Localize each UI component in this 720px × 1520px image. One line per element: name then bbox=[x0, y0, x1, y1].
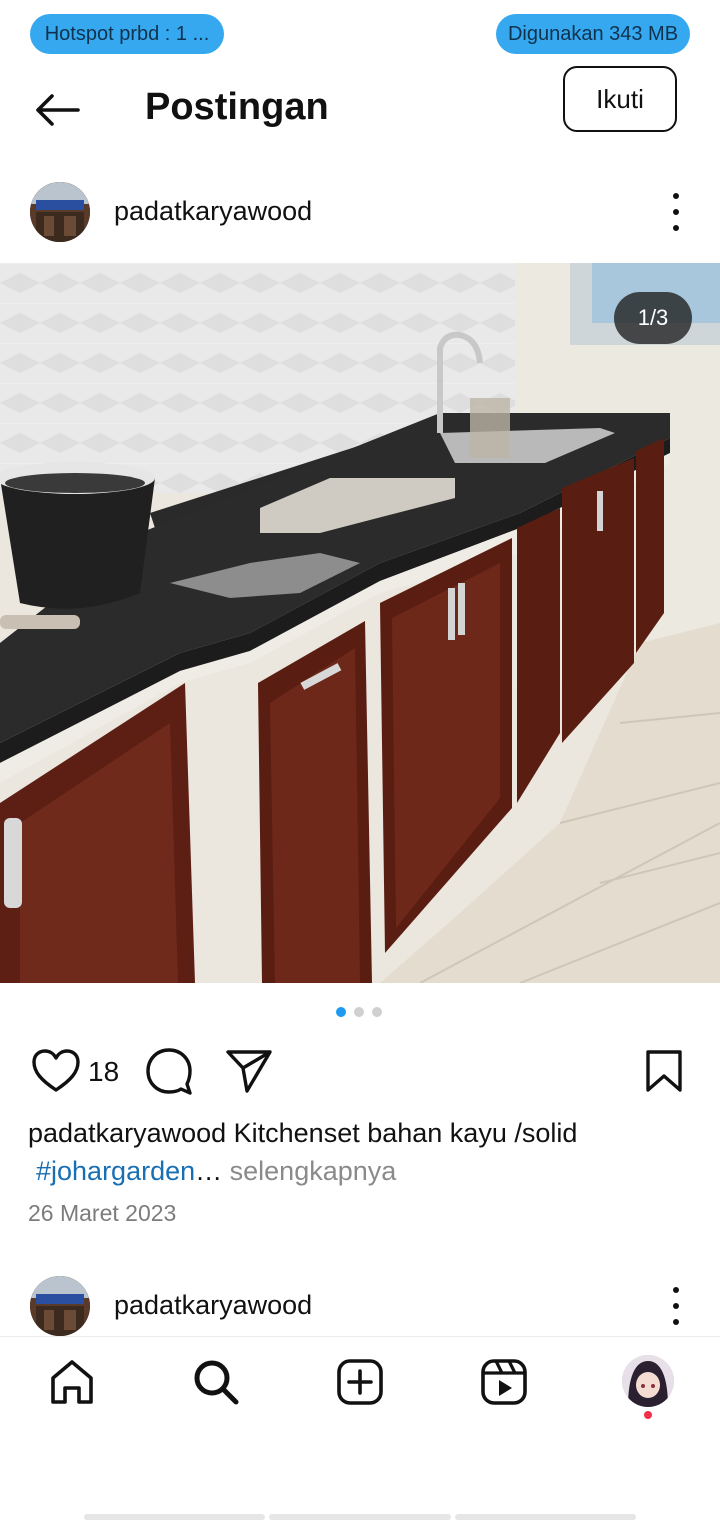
nav-reels[interactable] bbox=[479, 1357, 529, 1407]
post-actions: 18 bbox=[0, 1044, 720, 1100]
more-vertical-icon bbox=[673, 1287, 679, 1293]
reels-icon bbox=[481, 1359, 527, 1405]
post-username[interactable]: padatkaryawood bbox=[114, 1290, 312, 1321]
post-header: padatkaryawood bbox=[0, 180, 720, 244]
notification-dot bbox=[644, 1411, 652, 1419]
follow-button[interactable]: Ikuti bbox=[563, 66, 677, 132]
carousel-dot bbox=[354, 1007, 364, 1017]
comment-icon bbox=[146, 1048, 192, 1095]
post-image[interactable] bbox=[0, 263, 720, 983]
carousel-dot-active bbox=[336, 1007, 346, 1017]
comment-button[interactable] bbox=[144, 1046, 194, 1096]
carousel-dots bbox=[336, 1007, 382, 1017]
see-more-link[interactable]: selengkapnya bbox=[222, 1156, 397, 1186]
caption-username[interactable]: padatkaryawood bbox=[28, 1118, 226, 1148]
nav-create[interactable] bbox=[335, 1357, 385, 1407]
page-title: Postingan bbox=[145, 86, 329, 128]
more-options-button[interactable] bbox=[664, 188, 688, 236]
share-button[interactable] bbox=[224, 1046, 274, 1096]
bottom-navigation bbox=[0, 1336, 720, 1427]
heart-icon bbox=[32, 1049, 80, 1092]
like-count[interactable]: 18 bbox=[88, 1056, 119, 1088]
nav-search[interactable] bbox=[191, 1357, 241, 1407]
search-icon bbox=[194, 1360, 239, 1405]
next-post-header: padatkaryawood bbox=[0, 1274, 720, 1338]
back-button[interactable] bbox=[28, 88, 84, 132]
avatar[interactable] bbox=[30, 182, 90, 242]
caption-hashtag[interactable]: #johargarden bbox=[36, 1156, 195, 1186]
app-header: Postingan Ikuti bbox=[0, 60, 720, 160]
more-options-button[interactable] bbox=[664, 1282, 688, 1330]
image-counter: 1/3 bbox=[614, 292, 692, 344]
data-usage-pill: Digunakan 343 MB bbox=[496, 14, 690, 54]
hotspot-status-pill: Hotspot prbd : 1 ... bbox=[30, 14, 224, 54]
carousel-dot bbox=[372, 1007, 382, 1017]
like-button[interactable] bbox=[30, 1046, 82, 1096]
post-date: 26 Maret 2023 bbox=[28, 1200, 177, 1226]
save-button[interactable] bbox=[640, 1046, 688, 1096]
post-username[interactable]: padatkaryawood bbox=[114, 196, 312, 227]
home-icon bbox=[51, 1360, 93, 1404]
bookmark-icon bbox=[646, 1050, 682, 1092]
avatar[interactable] bbox=[30, 1276, 90, 1336]
nav-profile-avatar[interactable] bbox=[622, 1355, 674, 1407]
caption-text: Kitchenset bahan kayu /solid bbox=[226, 1118, 578, 1148]
post-caption: padatkaryawood Kitchenset bahan kayu /so… bbox=[28, 1114, 688, 1190]
system-gesture-bar bbox=[84, 1514, 636, 1520]
arrow-left-icon bbox=[36, 94, 80, 126]
send-icon bbox=[226, 1050, 272, 1093]
caption-ellipsis: … bbox=[195, 1156, 223, 1186]
nav-home[interactable] bbox=[47, 1357, 97, 1407]
more-vertical-icon bbox=[673, 193, 679, 199]
add-post-icon bbox=[337, 1359, 383, 1405]
